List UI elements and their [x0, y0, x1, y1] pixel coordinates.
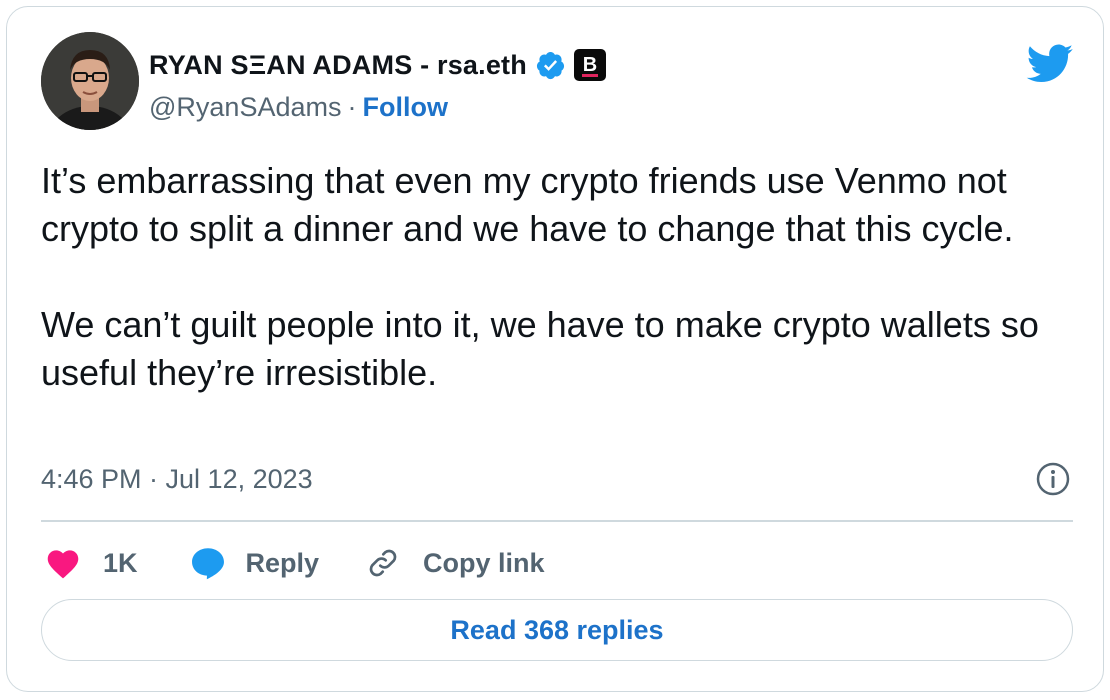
read-replies-button[interactable]: Read 368 replies [41, 599, 1073, 661]
like-count: 1K [103, 547, 138, 578]
tweet-card: RYAN SΞAN ADAMS - rsa.eth B @RyanSAdams … [6, 6, 1104, 692]
action-bar: 1K Reply Copy link [41, 537, 545, 589]
link-icon [369, 549, 397, 577]
info-icon[interactable] [1035, 461, 1071, 497]
reply-label: Reply [245, 547, 320, 578]
divider [41, 520, 1073, 522]
community-badge-icon: B [573, 49, 606, 81]
heart-icon [47, 550, 79, 579]
reply-bubble-icon [191, 548, 224, 580]
avatar[interactable] [41, 32, 139, 130]
follow-button[interactable]: Follow [362, 92, 447, 123]
read-replies-label: Read 368 replies [450, 614, 664, 645]
separator-dot: · [347, 91, 357, 122]
tweet-text: It’s embarrassing that even my crypto fr… [41, 160, 1039, 393]
twitter-logo-icon[interactable] [1024, 43, 1074, 83]
like-button[interactable]: 1K [45, 547, 138, 579]
copy-link-button[interactable]: Copy link [365, 545, 545, 581]
copy-link-label: Copy link [423, 547, 545, 578]
timestamp-row: 4:46 PM · Jul 12, 2023 [41, 459, 1077, 499]
reply-button[interactable]: Reply [190, 546, 320, 580]
avatar-photo [41, 32, 139, 130]
verified-icon [535, 50, 566, 81]
author-handle[interactable]: @RyanSAdams [149, 92, 341, 123]
author-display-name[interactable]: RYAN SΞAN ADAMS - rsa.eth [149, 50, 527, 81]
author-name-row: RYAN SΞAN ADAMS - rsa.eth B [149, 45, 606, 85]
author-handle-row: @RyanSAdams · Follow [149, 89, 448, 125]
badge-accent-bar [581, 74, 598, 77]
tweet-timestamp[interactable]: 4:46 PM · Jul 12, 2023 [41, 464, 313, 495]
